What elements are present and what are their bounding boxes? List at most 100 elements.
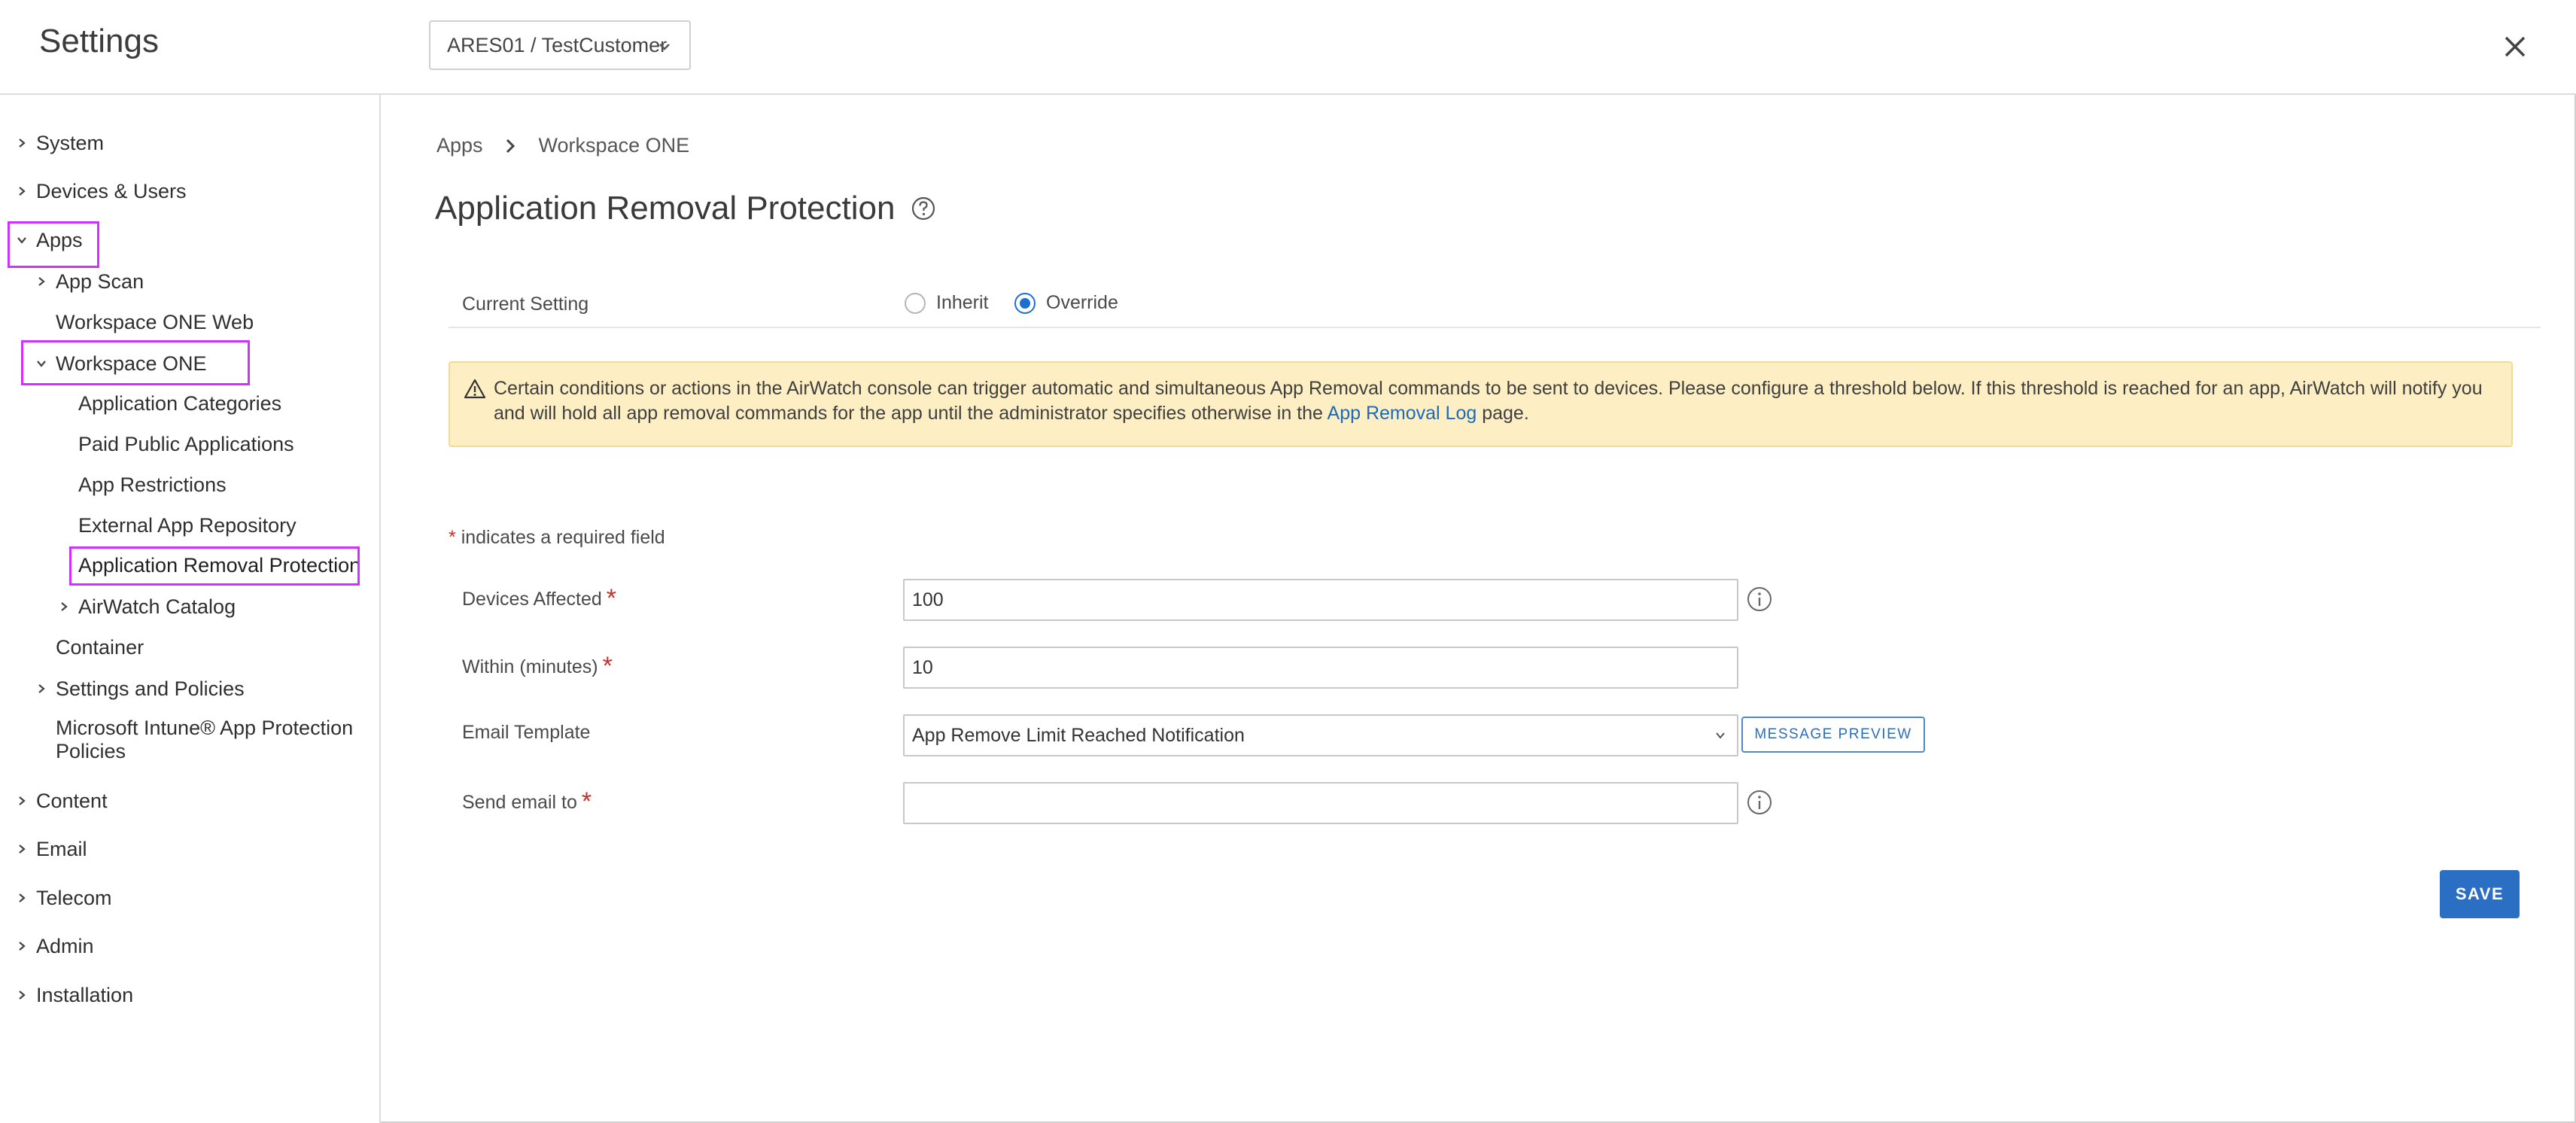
required-star: *	[602, 652, 613, 680]
breadcrumb-workspace-one[interactable]: Workspace ONE	[539, 134, 690, 157]
sidebar-item-label: Container	[56, 635, 144, 659]
send-email-to-input[interactable]	[903, 782, 1738, 824]
label-text: Send email to	[462, 792, 577, 813]
chevron-down-icon	[1716, 732, 1725, 739]
save-button[interactable]: SAVE	[2440, 870, 2520, 918]
sidebar-item-settings-and-policies[interactable]: Settings and Policies	[36, 675, 245, 702]
sidebar-item-application-categories[interactable]: Application Categories	[78, 390, 281, 417]
chevron-right-icon	[17, 186, 27, 196]
breadcrumb-apps[interactable]: Apps	[436, 134, 483, 157]
sidebar-item-workspace-one-web[interactable]: Workspace ONE Web	[56, 309, 254, 336]
required-note: * indicates a required field	[449, 527, 665, 549]
label-text: Within (minutes)	[462, 656, 598, 677]
chevron-right-icon	[506, 138, 515, 153]
help-icon[interactable]	[910, 195, 937, 222]
sidebar: System Devices & Users Apps App Scan Wor…	[0, 95, 381, 1123]
warning-banner: Certain conditions or actions in the Air…	[449, 361, 2513, 447]
settings-title: Settings	[39, 23, 159, 59]
breadcrumb: Apps Workspace ONE	[436, 134, 689, 157]
app-removal-log-link[interactable]: App Removal Log	[1328, 403, 1477, 424]
required-star: *	[606, 584, 616, 613]
sidebar-item-label: System	[36, 131, 105, 154]
chevron-right-icon	[36, 683, 47, 694]
sidebar-item-devices-users[interactable]: Devices & Users	[17, 178, 187, 205]
override-radio[interactable]: Override	[1014, 292, 1118, 314]
sidebar-item-label: Application Categories	[78, 391, 282, 415]
warning-text-end: page.	[1477, 403, 1529, 424]
chevron-right-icon	[36, 276, 47, 287]
within-minutes-value: 10	[912, 656, 933, 678]
sidebar-item-label: App Scan	[56, 269, 144, 293]
sidebar-item-content[interactable]: Content	[17, 787, 108, 814]
chevron-right-icon	[17, 844, 27, 854]
email-template-label: Email Template	[462, 722, 590, 744]
required-star: *	[449, 527, 456, 548]
info-icon[interactable]	[1746, 789, 1773, 816]
page-title-text: Application Removal Protection	[435, 190, 896, 227]
required-note-text: indicates a required field	[461, 527, 665, 548]
warning-icon	[464, 379, 486, 399]
organization-group-selector[interactable]: ARES01 / TestCustomer	[429, 20, 691, 70]
send-email-to-label: Send email to *	[462, 786, 592, 816]
required-star: *	[581, 787, 592, 816]
within-minutes-label: Within (minutes) *	[462, 650, 613, 680]
sidebar-item-admin[interactable]: Admin	[17, 933, 94, 960]
sidebar-item-label: Paid Public Applications	[78, 432, 294, 455]
inherit-radio[interactable]: Inherit	[905, 292, 988, 314]
sidebar-item-system[interactable]: System	[17, 129, 104, 157]
sidebar-item-label: Content	[36, 789, 108, 812]
sidebar-item-label: Admin	[36, 934, 94, 957]
sidebar-item-app-restrictions[interactable]: App Restrictions	[78, 471, 227, 498]
sidebar-item-installation[interactable]: Installation	[17, 981, 133, 1009]
sidebar-item-label: Microsoft Intune® App Protection	[56, 717, 354, 739]
sidebar-item-intune-app-protection[interactable]: Microsoft Intune® App Protection Policie…	[56, 717, 353, 769]
chevron-right-icon	[17, 893, 27, 903]
email-template-value: App Remove Limit Reached Notification	[912, 724, 1245, 746]
sidebar-item-label: Email	[36, 837, 87, 860]
sidebar-item-label: App Restrictions	[78, 473, 227, 496]
sidebar-item-label: Policies	[56, 740, 126, 762]
sidebar-item-external-app-repository[interactable]: External App Repository	[78, 512, 297, 539]
organization-group-label: ARES01 / TestCustomer	[447, 33, 668, 56]
sidebar-item-airwatch-catalog[interactable]: AirWatch Catalog	[59, 593, 236, 620]
inherit-radio-label: Inherit	[936, 292, 989, 313]
radio-circle	[905, 292, 926, 314]
label-text: Devices Affected	[462, 589, 602, 610]
chevron-right-icon	[17, 138, 27, 148]
chevron-right-icon	[17, 941, 27, 951]
sidebar-item-container[interactable]: Container	[56, 634, 144, 661]
chevron-down-icon	[659, 44, 670, 50]
highlight-box	[69, 546, 360, 586]
sidebar-item-label: Telecom	[36, 886, 112, 909]
page-title: Application Removal Protection	[435, 190, 937, 227]
sidebar-item-label: Settings and Policies	[56, 677, 245, 700]
main-content: Apps Workspace ONE Application Removal P…	[382, 95, 2574, 1121]
current-setting-label: Current Setting	[462, 294, 589, 315]
sidebar-item-label: Workspace ONE Web	[56, 310, 254, 333]
sidebar-item-label: AirWatch Catalog	[78, 595, 236, 618]
chevron-right-icon	[17, 796, 27, 806]
sidebar-item-telecom[interactable]: Telecom	[17, 884, 112, 911]
chevron-right-icon	[59, 601, 69, 612]
sidebar-item-label: External App Repository	[78, 513, 297, 537]
message-preview-button[interactable]: MESSAGE PREVIEW	[1741, 717, 1925, 753]
within-minutes-input[interactable]: 10	[903, 647, 1738, 689]
close-icon[interactable]	[2498, 30, 2532, 63]
chevron-right-icon	[17, 990, 27, 1000]
override-radio-label: Override	[1046, 292, 1118, 313]
sidebar-item-label: Installation	[36, 983, 134, 1006]
sidebar-item-email[interactable]: Email	[17, 835, 87, 863]
sidebar-item-app-scan[interactable]: App Scan	[36, 268, 144, 295]
devices-affected-value: 100	[912, 589, 944, 610]
header: Settings ARES01 / TestCustomer	[0, 0, 2576, 95]
info-icon[interactable]	[1746, 586, 1773, 613]
devices-affected-label: Devices Affected *	[462, 583, 616, 613]
label-text: Email Template	[462, 722, 591, 743]
current-setting-row: Current Setting Inherit Override	[449, 283, 2541, 328]
radio-circle-selected	[1014, 292, 1036, 314]
email-template-select[interactable]: App Remove Limit Reached Notification	[903, 714, 1738, 756]
devices-affected-input[interactable]: 100	[903, 579, 1738, 621]
sidebar-item-paid-public-applications[interactable]: Paid Public Applications	[78, 431, 294, 458]
highlight-box	[21, 340, 250, 385]
highlight-box	[8, 221, 99, 268]
